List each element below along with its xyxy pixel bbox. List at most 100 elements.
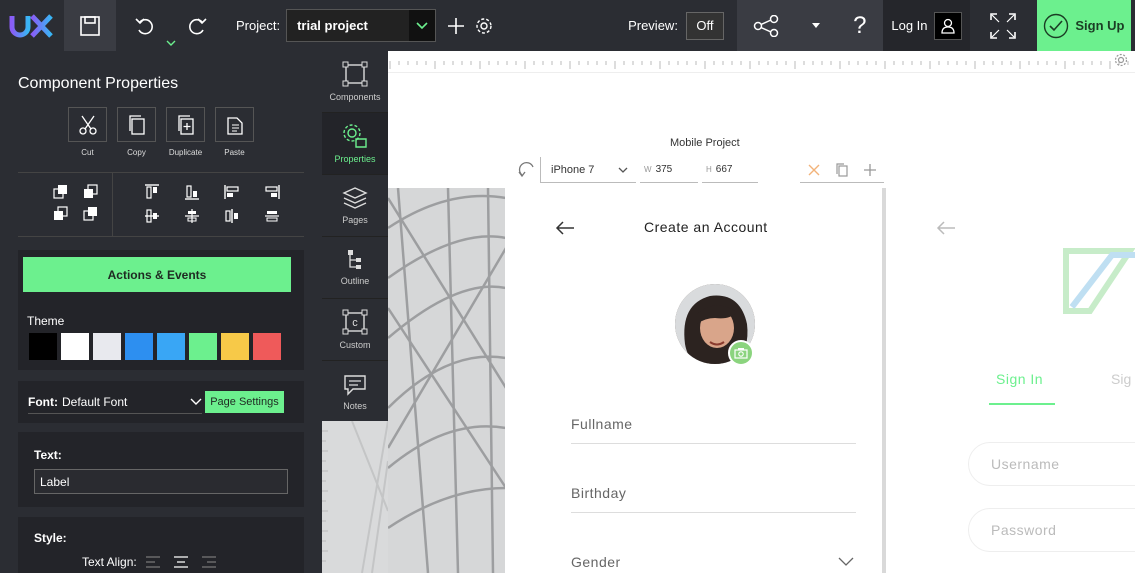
tab-sign-in-indicator [989,403,1055,405]
style-section: Style: Text Align: [18,517,304,573]
preview-label: Preview: [628,18,678,33]
align-middle-icon[interactable] [144,208,160,224]
tab-custom-label: Custom [339,340,371,350]
copy-label: Copy [127,148,146,157]
font-value: Default Font [61,394,128,409]
top-toolbar: Project: trial project Preview: Off ? Lo… [0,0,1135,51]
align-bottom-icon[interactable] [184,184,200,200]
help-button[interactable]: ? [853,12,866,40]
theme-swatch-red[interactable] [253,333,281,360]
project-settings-button[interactable] [470,0,498,51]
rotate-icon[interactable] [518,161,538,179]
history-chevron-icon[interactable] [166,40,176,46]
bring-to-front-icon[interactable] [53,184,69,200]
height-value: 667 [715,164,733,175]
paste-label: Paste [224,148,245,157]
tab-notes[interactable]: Notes [322,361,388,423]
project-dropdown[interactable] [409,10,436,41]
distribute-horizontal-icon[interactable] [264,208,280,224]
gender-select[interactable]: Gender [571,542,856,573]
cut-button[interactable]: Cut [68,107,107,157]
project-select[interactable]: trial project [286,9,437,42]
width-field[interactable]: W 375 [640,157,698,183]
birthday-field[interactable]: Birthday [571,473,856,513]
send-backward-icon[interactable] [53,206,69,222]
side-tab-bar: Components Properties Pages Outline c Cu… [322,51,388,421]
distribute-vertical-icon[interactable] [184,208,200,224]
back-arrow-icon[interactable] [936,221,956,235]
tab-sign-in[interactable]: Sign In [996,371,1043,387]
tab-pages[interactable]: Pages [322,175,388,237]
align-left-icon[interactable] [224,184,240,200]
preview-toggle[interactable]: Off [685,11,724,40]
save-button[interactable] [64,0,116,51]
width-value: 375 [655,164,673,175]
divider [18,236,304,237]
phone-screen-create-account[interactable]: Create an Account Fullname Birthday Gend… [505,188,886,573]
share-icon[interactable] [753,14,779,37]
signup-button[interactable]: Sign Up [1036,0,1131,51]
gender-placeholder: Gender [571,553,621,570]
add-project-button[interactable] [442,0,470,51]
page-settings-button[interactable]: Page Settings [204,391,284,413]
design-canvas[interactable]: Mobile Project iPhone 7 W 375 H 667 + [388,51,1135,573]
send-to-back-icon[interactable] [83,206,99,222]
password-field[interactable]: Password [968,508,1135,552]
paste-button[interactable]: Paste [215,107,254,157]
plus-icon[interactable] [864,163,876,176]
theme-swatch-black[interactable] [29,333,57,360]
notes-icon [344,374,366,396]
text-input[interactable] [34,469,288,494]
component-properties-panel: Component Properties Cut Copy Duplicate … [0,51,322,573]
birthday-placeholder: Birthday [571,484,627,501]
height-field[interactable]: H 667 [702,157,758,183]
canvas-side-ruler [322,420,389,573]
tab-custom[interactable]: c Custom [322,299,388,361]
copy-button[interactable]: Copy [117,107,156,157]
camera-icon[interactable] [728,340,754,366]
login-button[interactable]: Log In [882,0,970,51]
pages-icon [342,187,368,209]
text-align-center-icon[interactable] [173,555,189,569]
theme-swatch-blue[interactable] [125,333,153,360]
fullscreen-button[interactable] [969,0,1037,51]
theme-swatch-light-gray[interactable] [93,333,121,360]
share-help-group: ? [736,0,883,51]
screen-title: Create an Account [644,219,768,235]
share-dropdown-icon[interactable] [812,22,821,29]
font-select[interactable]: Font: Default Font [28,390,202,414]
device-select[interactable]: iPhone 7 [540,157,636,183]
copy-icon[interactable] [836,162,848,177]
redo-icon[interactable] [186,15,208,37]
copy-icon [128,114,145,135]
tab-outline[interactable]: Outline [322,237,388,299]
duplicate-button[interactable]: Duplicate [166,107,205,157]
username-field[interactable]: Username [968,442,1135,486]
outline-icon [348,250,361,269]
tab-sign-up[interactable]: Sig [1111,371,1131,387]
back-arrow-icon[interactable] [555,221,575,235]
align-center-icon[interactable] [224,208,240,224]
undo-icon[interactable] [134,15,156,37]
theme-swatch-yellow[interactable] [221,333,249,360]
tab-components[interactable]: Components [322,51,388,113]
actions-events-button[interactable]: Actions & Events [23,257,291,292]
tab-properties[interactable]: Properties [322,113,388,175]
canvas-settings-icon[interactable] [1114,53,1128,67]
close-icon[interactable] [808,164,820,176]
fullname-field[interactable]: Fullname [571,404,856,444]
components-icon [342,61,368,87]
theme-swatch-white[interactable] [61,333,89,360]
theme-swatch-light-blue[interactable] [157,333,185,360]
save-icon [80,15,100,36]
theme-swatch-green[interactable] [189,333,217,360]
text-align-right-icon[interactable] [201,555,217,569]
app-logo[interactable] [0,0,64,51]
duplicate-label: Duplicate [168,148,203,157]
align-right-icon[interactable] [264,184,280,200]
text-align-left-icon[interactable] [145,555,161,569]
align-top-icon[interactable] [144,184,160,200]
bring-forward-icon[interactable] [83,184,99,200]
mobile-project-title: Mobile Project [670,137,740,149]
login-label: Log In [891,18,928,33]
